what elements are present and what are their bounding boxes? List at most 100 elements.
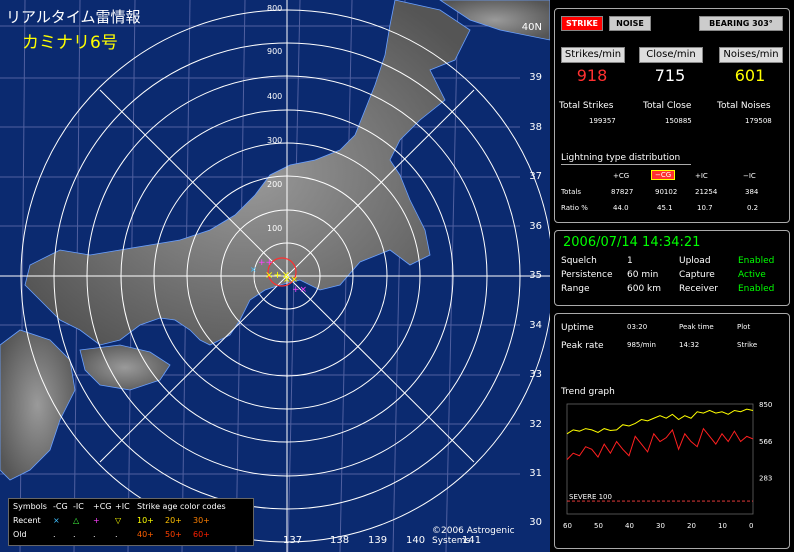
- noises-per-min-value: 601: [734, 66, 766, 85]
- total-close-label: Total Close: [643, 101, 692, 111]
- legend-symbol: △: [73, 516, 80, 525]
- legend-symbol: ▽: [115, 516, 122, 525]
- receiver-label: Receiver: [679, 284, 718, 294]
- lightning-map[interactable]: ++ ×+× ×× +× × リアルタイム雷情報 カミナリ6号 40N 39 3…: [0, 0, 550, 552]
- peak-time-value: 14:32: [679, 341, 700, 349]
- noise-button[interactable]: NOISE: [609, 16, 651, 31]
- range-label: 200: [267, 180, 283, 189]
- total-strikes-label: Total Strikes: [559, 101, 614, 111]
- trend-graph: SEVERE 100 850 566 283 60 50 40 30 20 10 0: [563, 401, 773, 530]
- range-label: 400: [267, 92, 283, 101]
- svg-text:+×: +×: [292, 285, 307, 295]
- trend-panel: Uptime 03:20 Peak time Plot Peak rate 98…: [554, 313, 790, 549]
- datetime: 2006/07/14 14:34:21: [563, 235, 701, 250]
- legend-header: Symbols: [13, 502, 47, 511]
- lat-label-38: 38: [529, 122, 542, 133]
- bearing-button[interactable]: BEARING 303°: [699, 16, 783, 31]
- capture-label: Capture: [679, 270, 715, 280]
- noises-per-min-label: Noises/min: [719, 47, 783, 63]
- trend-x-tick: 50: [594, 522, 603, 530]
- trend-x-tick: 40: [625, 522, 634, 530]
- svg-text:++: ++: [258, 258, 273, 268]
- trend-x-tick: 60: [563, 522, 572, 530]
- legend-age: 60+: [193, 530, 210, 539]
- lon-label-138: 138: [330, 535, 350, 546]
- dist-total: 87827: [611, 188, 634, 196]
- dist-header: +IC: [695, 172, 708, 180]
- trend-series-yellow: [566, 408, 754, 435]
- lat-label-34: 34: [529, 320, 542, 331]
- dist-total: 21254: [695, 188, 718, 196]
- map-title: リアルタイム雷情報: [6, 8, 141, 26]
- dist-total: 90102: [655, 188, 678, 196]
- counter-panel: STRIKE NOISE BEARING 303° Strikes/min Cl…: [554, 8, 790, 223]
- legend-age: 30+: [193, 516, 210, 525]
- trend-x-tick: 0: [749, 522, 753, 530]
- dist-header-selected[interactable]: −CG: [651, 170, 676, 180]
- total-strikes-value: 199357: [589, 117, 616, 125]
- persistence-value: 60 min: [627, 270, 659, 280]
- trend-y-tick: 566: [759, 438, 773, 446]
- close-per-min-value: 715: [654, 66, 686, 85]
- legend-header: +IC: [115, 502, 130, 511]
- lat-label-40: 40N: [521, 22, 542, 33]
- range-label: 800: [267, 4, 283, 13]
- upload-status: Enabled: [738, 256, 775, 266]
- legend-symbol: .: [115, 530, 118, 539]
- map-graphic: ++ ×+× ×× +× ×: [0, 0, 550, 552]
- range-label: 900: [267, 47, 283, 56]
- status-panel: 2006/07/14 14:34:21 Squelch 1 Upload Ena…: [554, 230, 790, 306]
- dist-header: −IC: [743, 172, 756, 180]
- range-label: Range: [561, 284, 590, 294]
- dist-ratio: 0.2: [747, 204, 759, 212]
- legend-header: -IC: [73, 502, 84, 511]
- range-value: 600 km: [627, 284, 662, 294]
- lat-label-39: 39: [529, 72, 542, 83]
- svg-text:××: ××: [283, 275, 298, 285]
- lat-label-31: 31: [529, 468, 542, 479]
- legend-symbol: +: [93, 516, 100, 525]
- legend-symbol: .: [53, 530, 56, 539]
- legend-old-label: Old: [13, 530, 27, 539]
- distribution-divider: [561, 164, 691, 165]
- persistence-label: Persistence: [561, 270, 613, 280]
- legend-age: 40+: [137, 530, 154, 539]
- lat-label-35: 35: [529, 270, 542, 281]
- legend-symbol: .: [93, 530, 96, 539]
- trend-x-tick: 20: [687, 522, 696, 530]
- strike-button[interactable]: STRIKE: [561, 16, 603, 31]
- range-label: 100: [267, 224, 283, 233]
- legend-age: 20+: [165, 516, 182, 525]
- distribution-title: Lightning type distribution: [561, 153, 681, 163]
- trend-y-tick: 283: [759, 474, 772, 482]
- trend-series-red: [566, 427, 754, 460]
- lat-label-32: 32: [529, 419, 542, 430]
- svg-text:×: ×: [250, 265, 257, 274]
- trend-x-tick: 10: [718, 522, 727, 530]
- total-noises-value: 179508: [745, 117, 772, 125]
- legend-age: 10+: [137, 516, 154, 525]
- severe-label: SEVERE 100: [569, 493, 612, 501]
- dist-ratio: 45.1: [657, 204, 673, 212]
- lat-label-37: 37: [529, 171, 542, 182]
- lat-label-36: 36: [529, 221, 542, 232]
- lon-label-137: 137: [283, 535, 303, 546]
- uptime-label: Uptime: [561, 323, 594, 333]
- range-label: 300: [267, 136, 283, 145]
- legend-recent-label: Recent: [13, 516, 41, 525]
- squelch-value: 1: [627, 256, 633, 266]
- receiver-status: Enabled: [738, 284, 775, 294]
- lat-label-33: 33: [529, 369, 542, 380]
- dist-total: 384: [745, 188, 759, 196]
- peak-time-label: Peak time: [679, 323, 714, 331]
- dist-totals-label: Totals: [561, 188, 581, 196]
- lon-label-139: 139: [368, 535, 388, 546]
- peak-rate-label: Peak rate: [561, 341, 604, 351]
- total-noises-label: Total Noises: [717, 101, 771, 111]
- dist-ratio: 10.7: [697, 204, 713, 212]
- trend-title: Trend graph: [561, 387, 615, 397]
- plot-value[interactable]: Strike: [737, 341, 757, 349]
- dist-ratio-label: Ratio %: [561, 204, 588, 212]
- map-subtitle: カミナリ6号: [22, 33, 118, 53]
- squelch-label: Squelch: [561, 256, 597, 266]
